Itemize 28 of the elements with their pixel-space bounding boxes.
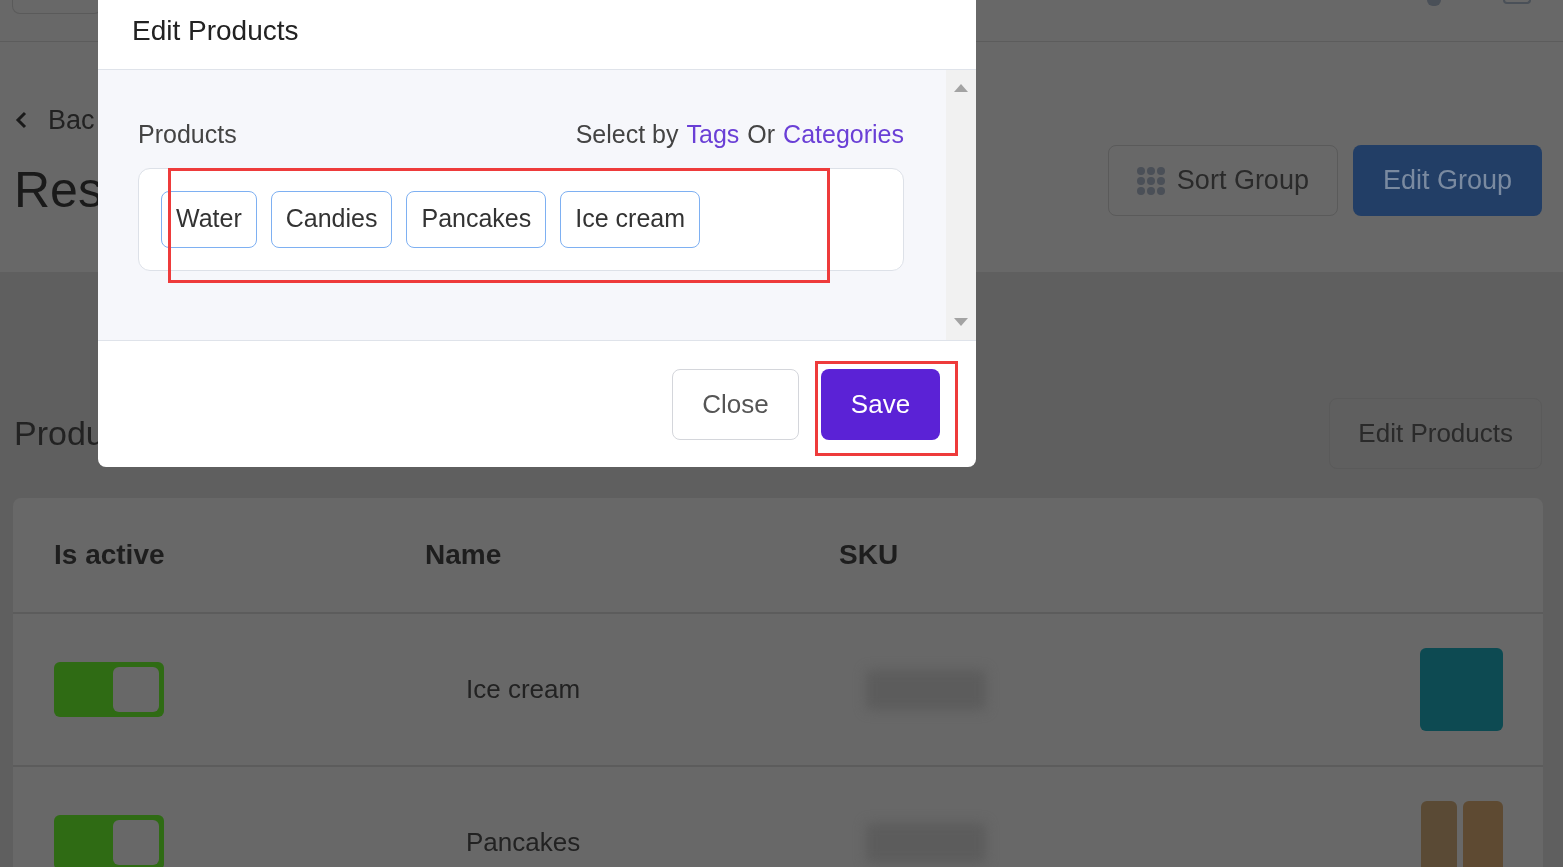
active-toggle[interactable] bbox=[54, 662, 164, 717]
select-by-label: Select by bbox=[575, 119, 679, 150]
active-toggle[interactable] bbox=[54, 815, 164, 867]
or-label: Or bbox=[747, 119, 776, 150]
column-header: SKU bbox=[839, 538, 899, 572]
table-cell-text: Pancakes bbox=[466, 826, 582, 859]
tags-field[interactable]: Water Candies Pancakes Ice cream bbox=[138, 167, 904, 271]
scroll-down-icon[interactable] bbox=[954, 318, 968, 326]
product-tag[interactable]: Water bbox=[161, 190, 257, 248]
scrollbar[interactable] bbox=[946, 70, 976, 340]
column-header: Is active bbox=[53, 538, 166, 572]
product-tag[interactable]: Pancakes bbox=[406, 190, 547, 248]
column-header: Name bbox=[425, 538, 503, 572]
close-button[interactable]: Close bbox=[672, 368, 799, 440]
field-label: Products bbox=[138, 119, 237, 150]
product-tag[interactable]: Ice cream bbox=[560, 190, 701, 248]
page-title: Res bbox=[14, 160, 103, 220]
scroll-up-icon[interactable] bbox=[954, 84, 968, 92]
tags-link[interactable]: Tags bbox=[686, 116, 740, 154]
photo-placeholder bbox=[1463, 801, 1503, 867]
table-cell-text: Ice cream bbox=[466, 673, 582, 706]
save-button[interactable]: Save bbox=[821, 368, 940, 440]
categories-link[interactable]: Categories bbox=[783, 116, 904, 154]
photo-placeholder bbox=[1421, 801, 1457, 867]
dots-grid-icon bbox=[1136, 166, 1165, 195]
product-tag[interactable]: Candies bbox=[270, 190, 393, 248]
chevron-left-icon[interactable] bbox=[14, 111, 28, 130]
dialog-title: Edit Products bbox=[132, 13, 299, 48]
